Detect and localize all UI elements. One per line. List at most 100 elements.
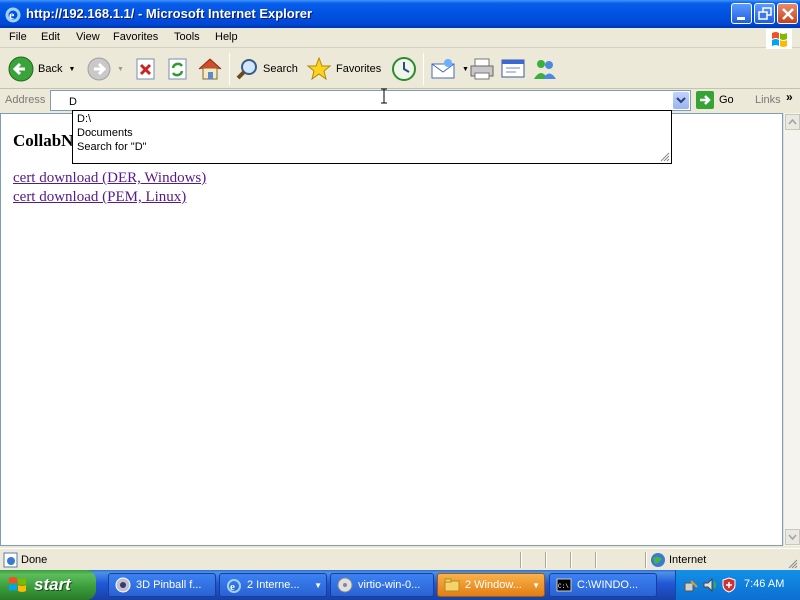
menu-bar: File Edit View Favorites Tools Help [0,28,800,49]
status-bar: Done Internet [0,548,800,570]
refresh-icon [168,58,187,80]
start-button[interactable]: start [0,570,96,600]
status-divider [645,552,647,568]
svg-text:C:\: C:\ [558,583,569,590]
address-dropdown-button[interactable] [673,92,689,109]
print-icon [470,58,494,80]
disc-icon [337,577,353,593]
search-icon [236,59,257,80]
task-group-arrow-icon: ▼ [314,581,322,590]
status-divider [520,552,522,568]
go-button[interactable]: Go [696,91,734,109]
refresh-button[interactable] [166,53,190,85]
go-arrow-icon [696,91,714,109]
minimize-button[interactable] [731,3,752,24]
page-content: CollabN cert download (DER, Windows) cer… [0,113,783,546]
cert-download-der-link[interactable]: cert download (DER, Windows) [13,170,206,187]
history-button[interactable] [391,53,417,85]
close-icon [782,8,794,20]
menu-edit[interactable]: Edit [41,31,60,43]
windows-flag-icon [766,29,792,49]
favorites-label: Favorites [336,63,382,75]
autocomplete-item[interactable]: D:\ [77,112,91,126]
svg-text:e: e [230,581,235,593]
home-icon [198,58,222,80]
edit-page-icon [501,59,525,78]
close-button[interactable] [777,3,798,24]
autocomplete-item[interactable]: Documents [77,126,133,140]
taskbar-button-command-prompt[interactable]: C:\ C:\WINDO... [549,573,657,597]
folder-icon [444,578,460,592]
volume-icon[interactable] [702,577,718,593]
svg-text:e: e [9,8,15,22]
internet-globe-icon [651,553,665,567]
task-label: C:\WINDO... [577,579,639,591]
scroll-down-button[interactable] [785,529,800,545]
ie-logo-icon: e [5,7,21,23]
messenger-button[interactable] [532,53,558,85]
links-button[interactable]: Links [755,94,781,106]
autocomplete-item[interactable]: Search for "D" [77,140,147,154]
clock[interactable]: 7:46 AM [744,578,784,590]
edit-button[interactable] [500,53,526,85]
security-shield-icon[interactable] [721,577,737,593]
go-label: Go [719,94,734,106]
home-button[interactable] [197,53,223,85]
scroll-up-button[interactable] [785,114,800,130]
search-label: Search [263,63,298,75]
task-label: 2 Interne... [247,579,300,591]
mail-dropdown-icon[interactable]: ▼ [462,66,469,73]
forward-button[interactable]: ▼ [87,53,124,85]
stop-button[interactable] [134,53,158,85]
toolbar-separator [423,53,424,85]
taskbar-button-pinball[interactable]: 3D Pinball f... [108,573,216,597]
forward-arrow-icon [87,57,111,81]
menu-help[interactable]: Help [215,31,238,43]
menu-tools[interactable]: Tools [174,31,200,43]
task-group-arrow-icon: ▼ [532,581,540,590]
chevron-right-icon[interactable]: » [786,90,793,104]
menu-favorites[interactable]: Favorites [113,31,158,43]
ie-logo-icon: e [227,579,241,593]
status-text: Done [21,554,48,566]
taskbar-button-internet-explorer[interactable]: e 2 Interne... ▼ [219,573,327,597]
history-icon [392,57,416,81]
restore-button[interactable] [754,3,775,24]
toolbar-separator [229,53,230,85]
favorites-star-icon [306,56,332,81]
resize-grip-icon[interactable] [786,557,798,569]
forward-dropdown-icon[interactable]: ▼ [117,66,124,73]
menu-file[interactable]: File [9,31,27,43]
taskbar: start 3D Pinball f... e 2 Interne... ▼ v… [0,570,800,600]
back-button[interactable]: Back ▼ [8,53,75,85]
resize-grip-icon[interactable] [658,150,670,162]
taskbar-button-windows-explorer[interactable]: 2 Window... ▼ [437,573,545,597]
network-icon[interactable] [683,577,699,593]
window-title: http://192.168.1.1/ - Microsoft Internet… [26,6,313,21]
cert-download-pem-link[interactable]: cert download (PEM, Linux) [13,189,186,206]
address-label: Address [5,94,46,106]
minimize-icon [737,17,745,20]
print-button[interactable] [469,53,495,85]
vertical-scrollbar[interactable] [783,113,800,546]
taskbar-button-virtio[interactable]: virtio-win-0... [330,573,434,597]
restore-icon [758,7,772,20]
title-bar[interactable]: e http://192.168.1.1/ - Microsoft Intern… [0,0,800,28]
page-done-icon [3,552,18,568]
text-cursor-icon [381,88,387,104]
menu-view[interactable]: View [76,31,100,43]
back-dropdown-icon[interactable]: ▼ [68,66,75,73]
search-button[interactable]: Search [235,53,298,85]
mail-button[interactable]: ▼ [430,53,469,85]
back-label: Back [38,63,63,75]
windows-flag-icon [9,577,26,592]
messenger-icon [534,60,556,79]
address-box[interactable] [50,90,691,111]
browser-window: e http://192.168.1.1/ - Microsoft Intern… [0,0,800,570]
address-input[interactable] [69,95,629,109]
task-label: 3D Pinball f... [136,579,202,591]
task-label: virtio-win-0... [358,579,421,591]
chevron-up-icon [788,118,797,125]
favorites-button[interactable]: Favorites [306,53,381,85]
address-bar: Address Go Links » [0,89,800,112]
